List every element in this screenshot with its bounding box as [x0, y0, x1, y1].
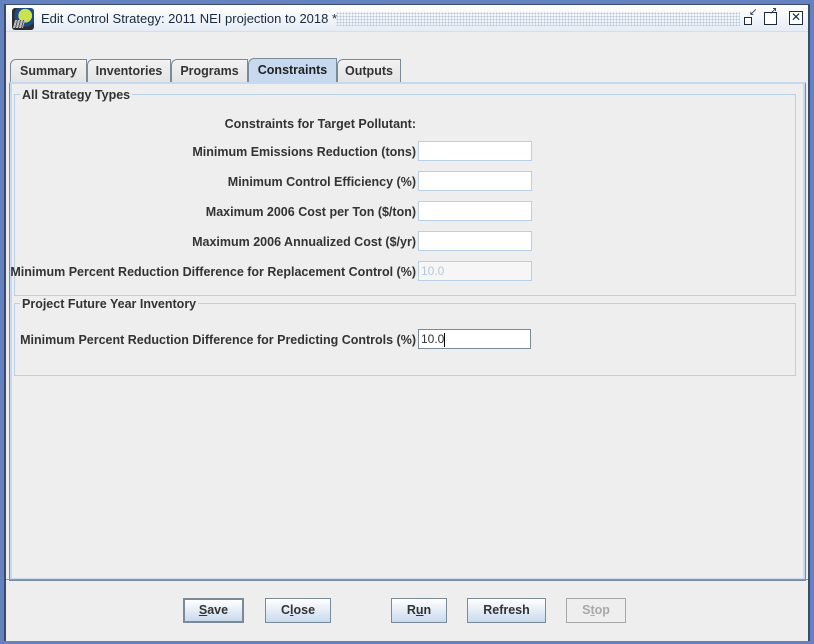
max-annualized-cost-label: Maximum 2006 Annualized Cost ($/yr) [192, 235, 416, 249]
close-button[interactable]: Close [265, 598, 331, 623]
min-control-efficiency-input[interactable] [418, 171, 532, 191]
min-pct-reduction-replacement-input: 10.0 [418, 261, 532, 281]
title-bar-grip [336, 12, 740, 26]
min-emissions-reduction-input[interactable] [418, 141, 532, 161]
tab-outputs[interactable]: Outputs [337, 59, 401, 82]
save-button[interactable]: Save [183, 598, 244, 623]
app-logo-icon [12, 8, 34, 30]
window-frame: Edit Control Strategy: 2011 NEI projecti… [0, 0, 814, 644]
min-pct-reduction-predicting-label: Minimum Percent Reduction Difference for… [20, 333, 416, 347]
tab-summary[interactable]: Summary [10, 59, 87, 82]
dialog: Edit Control Strategy: 2011 NEI projecti… [4, 4, 810, 641]
max-cost-per-ton-input[interactable] [418, 201, 532, 221]
tab-inventories[interactable]: Inventories [87, 59, 171, 82]
tab-constraints[interactable]: Constraints [248, 58, 337, 82]
close-icon[interactable]: ✕ [789, 11, 803, 25]
maximize-icon[interactable] [764, 6, 778, 25]
iconify-icon[interactable] [743, 7, 757, 25]
min-emissions-reduction-label: Minimum Emissions Reduction (tons) [192, 145, 416, 159]
project-future-year-title: Project Future Year Inventory [20, 297, 199, 311]
all-strategy-types-title: All Strategy Types [20, 88, 133, 102]
input-value: 10.0 [421, 332, 445, 346]
stop-button: Stop [566, 598, 626, 623]
constraints-header-label: Constraints for Target Pollutant: [224, 117, 416, 131]
button-bar-divider [6, 579, 808, 580]
tab-programs[interactable]: Programs [171, 59, 248, 82]
title-bar[interactable]: Edit Control Strategy: 2011 NEI projecti… [6, 5, 808, 32]
max-annualized-cost-input[interactable] [418, 231, 532, 251]
run-button[interactable]: Run [391, 598, 447, 623]
max-cost-per-ton-label: Maximum 2006 Cost per Ton ($/ton) [205, 205, 416, 219]
min-pct-reduction-replacement-label: Minimum Percent Reduction Difference for… [10, 265, 416, 279]
window-title: Edit Control Strategy: 2011 NEI projecti… [41, 11, 338, 26]
refresh-button[interactable]: Refresh [467, 598, 546, 623]
min-pct-reduction-predicting-input[interactable]: 10.0 [418, 329, 531, 349]
text-caret [444, 332, 446, 347]
min-control-efficiency-label: Minimum Control Efficiency (%) [227, 175, 416, 189]
